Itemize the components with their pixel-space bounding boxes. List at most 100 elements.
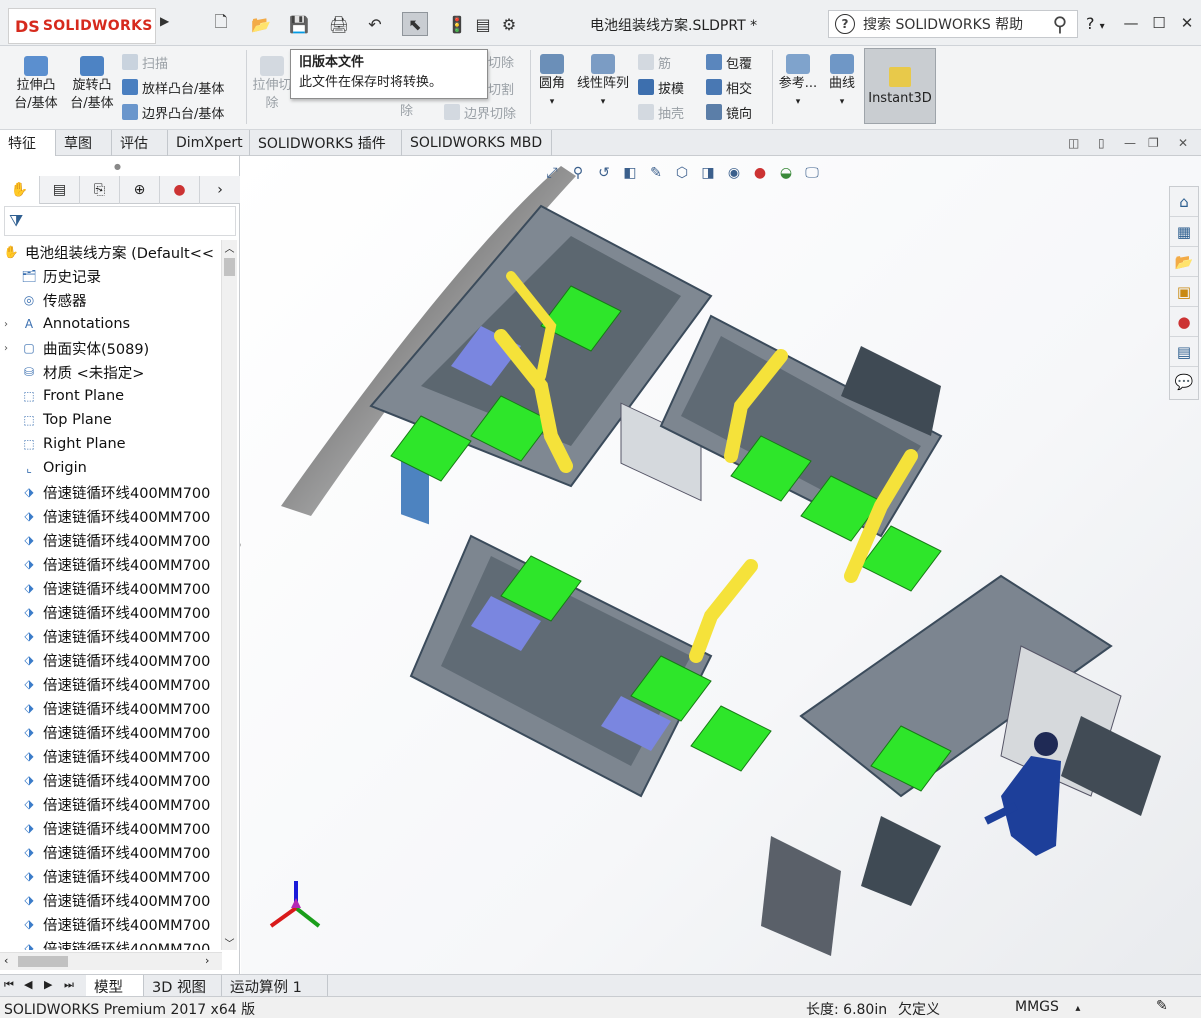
- featuremanager-tab[interactable]: ✋: [0, 176, 40, 204]
- tree-feature-item[interactable]: ⬗ 倍速链循环线400MM700: [0, 696, 220, 720]
- tab-1[interactable]: 草图: [56, 130, 112, 156]
- viewport-maximize-icon[interactable]: ❐: [1148, 136, 1159, 150]
- tree-feature-item[interactable]: ⬗ 倍速链循环线400MM700: [0, 720, 220, 744]
- previous-view-icon[interactable]: ↺: [593, 163, 615, 183]
- fillet-dropdown-arrow[interactable]: ▾: [550, 93, 555, 111]
- tree-feature-item[interactable]: ⬗ 倍速链循环线400MM700: [0, 504, 220, 528]
- design-library-icon[interactable]: ▦: [1170, 217, 1198, 247]
- tree-feature-item[interactable]: ⬗ 倍速链循环线400MM700: [0, 840, 220, 864]
- dynamic-annotation-icon[interactable]: ✎: [645, 163, 667, 183]
- search-input[interactable]: 搜索 SOLIDWORKS 帮助: [863, 14, 1043, 34]
- intersect-button[interactable]: 相交: [706, 75, 752, 99]
- select-pointer-button[interactable]: ⬉: [402, 12, 428, 36]
- tree-feature-item[interactable]: ⬗ 倍速链循环线400MM700: [0, 912, 220, 936]
- shell-button[interactable]: 抽壳: [638, 100, 684, 124]
- tab-0[interactable]: 特征: [0, 130, 56, 156]
- scroll-right-icon[interactable]: ›: [205, 954, 209, 967]
- tree-item[interactable]: › A Annotations: [0, 312, 220, 336]
- tree-filter-row[interactable]: ⧩: [4, 206, 236, 236]
- bottom-tab-0[interactable]: 模型: [86, 975, 144, 997]
- linear-pattern-dropdown-arrow[interactable]: ▾: [601, 93, 606, 111]
- scroll-left-icon[interactable]: ‹: [4, 954, 8, 967]
- hide-show-items-icon[interactable]: ◉: [723, 163, 745, 183]
- tab-2[interactable]: 评估: [112, 130, 168, 156]
- lower-right-line-module[interactable]: [761, 574, 1161, 956]
- scroll-up-icon[interactable]: ︿: [222, 240, 237, 255]
- tab-4[interactable]: SOLIDWORKS 插件: [250, 130, 402, 156]
- tab-scroll-prev-icon[interactable]: ◀: [24, 978, 32, 991]
- tree-feature-item[interactable]: ⬗ 倍速链循环线400MM700: [0, 816, 220, 840]
- panel-grip[interactable]: ●: [114, 162, 121, 171]
- lower-left-line-module[interactable]: [409, 534, 772, 798]
- file-explorer-icon[interactable]: 📂: [1170, 247, 1198, 277]
- viewport-restore-icon[interactable]: ◫: [1068, 136, 1079, 150]
- options-gear-button[interactable]: ⚙: [496, 12, 522, 36]
- tree-item[interactable]: ⬚ Top Plane: [0, 408, 220, 432]
- tree-feature-item[interactable]: ⬗ 倍速链循环线400MM700: [0, 792, 220, 816]
- quick-tips-icon[interactable]: ✎: [1156, 998, 1168, 1014]
- tree-feature-item[interactable]: ⬗ 倍速链循环线400MM700: [0, 888, 220, 912]
- bottom-tab-1[interactable]: 3D 视图: [144, 975, 222, 997]
- sweep-button[interactable]: 扫描: [122, 50, 168, 74]
- reference-geometry-button[interactable]: 参考... ▾: [776, 54, 820, 111]
- propertymanager-tab[interactable]: ▤: [40, 176, 80, 204]
- extrude-boss-button[interactable]: 拉伸凸 台/基体: [8, 56, 64, 113]
- view-palette-icon[interactable]: ▣: [1170, 277, 1198, 307]
- bottom-tab-2[interactable]: 运动算例 1: [222, 975, 328, 997]
- mirror-button[interactable]: 镜向: [706, 100, 752, 124]
- reference-dropdown-arrow[interactable]: ▾: [796, 93, 801, 111]
- undo-button[interactable]: ↶: [362, 12, 388, 36]
- tree-item[interactable]: ⬚ Right Plane: [0, 432, 220, 456]
- zoom-to-area-icon[interactable]: ⚲: [567, 163, 589, 183]
- help-button[interactable]: ? ▾: [1086, 14, 1105, 33]
- dimxpertmanager-tab[interactable]: ⊕: [120, 176, 160, 204]
- scroll-down-icon[interactable]: ﹀: [222, 935, 237, 950]
- displaymanager-tab[interactable]: ●: [160, 176, 200, 204]
- hscroll-thumb[interactable]: [18, 956, 68, 967]
- draft-button[interactable]: 拔模: [638, 75, 684, 99]
- upper-left-line-module[interactable]: [369, 204, 713, 525]
- assembly-line-model[interactable]: [241, 156, 1201, 974]
- tree-feature-item[interactable]: ⬗ 倍速链循环线400MM700: [0, 864, 220, 888]
- tree-feature-item[interactable]: ⬗ 倍速链循环线400MM700: [0, 600, 220, 624]
- forum-icon[interactable]: 💬: [1170, 367, 1198, 397]
- save-button[interactable]: 💾: [286, 12, 312, 36]
- display-style-icon[interactable]: ◨: [697, 163, 719, 183]
- boundary-cut-button[interactable]: 边界切除: [444, 100, 516, 124]
- section-view-icon[interactable]: ◧: [619, 163, 641, 183]
- viewport-minimize-icon[interactable]: —: [1124, 136, 1136, 150]
- tree-feature-item[interactable]: ⬗ 倍速链循环线400MM700: [0, 648, 220, 672]
- scroll-thumb[interactable]: [224, 258, 235, 276]
- close-button[interactable]: ✕: [1176, 13, 1198, 33]
- new-document-button[interactable]: 🗋: [208, 12, 234, 36]
- tree-item[interactable]: ⬚ Front Plane: [0, 384, 220, 408]
- curves-button[interactable]: 曲线 ▾: [822, 54, 862, 111]
- view-orientation-icon[interactable]: ⬡: [671, 163, 693, 183]
- tab-scroll-next-icon[interactable]: ▶: [44, 978, 52, 991]
- tree-root-part[interactable]: ✋ 电池组装线方案 (Default<<: [0, 240, 220, 264]
- custom-properties-icon[interactable]: ▤: [1170, 337, 1198, 367]
- tree-feature-item[interactable]: ⬗ 倍速链循环线400MM700: [0, 768, 220, 792]
- linear-pattern-button[interactable]: 线性阵列 ▾: [572, 54, 634, 111]
- tree-feature-item[interactable]: ⬗ 倍速链循环线400MM700: [0, 552, 220, 576]
- expand-chevron-icon[interactable]: ›: [0, 343, 12, 354]
- viewport-tile-icon[interactable]: ▯: [1098, 136, 1105, 150]
- viewport-close-icon[interactable]: ✕: [1178, 136, 1188, 150]
- tree-feature-item[interactable]: ⬗ 倍速链循环线400MM700: [0, 672, 220, 696]
- boundary-boss-button[interactable]: 边界凸台/基体: [122, 100, 224, 124]
- tab-scroll-last-icon[interactable]: ⏭: [64, 978, 74, 992]
- panel-tabs-more-button[interactable]: ›: [200, 176, 240, 204]
- expand-chevron-icon[interactable]: ›: [0, 319, 12, 330]
- curves-dropdown-arrow[interactable]: ▾: [840, 93, 845, 111]
- wrap-button[interactable]: 包覆: [706, 50, 752, 74]
- minimize-button[interactable]: —: [1120, 13, 1142, 33]
- loft-boss-button[interactable]: 放样凸台/基体: [122, 75, 224, 99]
- unit-system-button[interactable]: MMGS ▴: [1015, 999, 1080, 1015]
- rebuild-traffic-light-button[interactable]: 🚦: [444, 12, 470, 36]
- configurationmanager-tab[interactable]: ⎘: [80, 176, 120, 204]
- instant3d-toggle[interactable]: Instant3D: [864, 48, 936, 124]
- tree-feature-item[interactable]: ⬗ 倍速链循环线400MM700: [0, 576, 220, 600]
- tree-feature-item[interactable]: ⬗ 倍速链循环线400MM700: [0, 528, 220, 552]
- tree-feature-item[interactable]: ⬗ 倍速链循环线400MM700: [0, 936, 220, 950]
- zoom-to-fit-icon[interactable]: ⤢: [541, 163, 563, 183]
